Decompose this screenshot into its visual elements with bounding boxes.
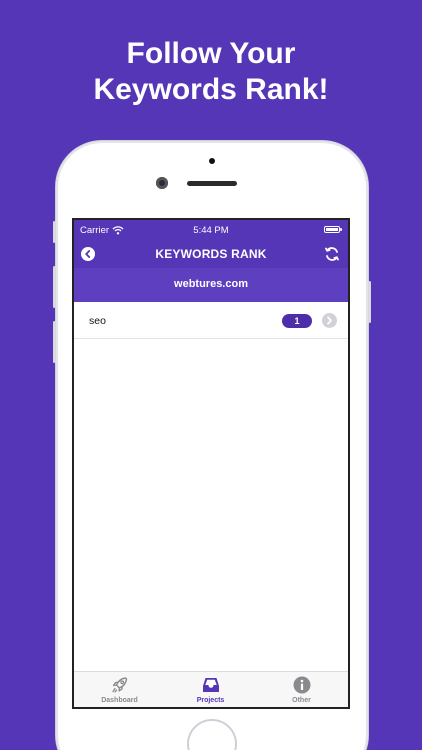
project-bar: webtures.com [74,268,348,302]
keyword-label: seo [89,315,106,327]
phone-power-button [368,281,371,323]
tab-projects[interactable]: Projects [165,672,256,707]
info-icon [293,676,311,694]
promo-headline: Follow Your Keywords Rank! [0,36,422,108]
tab-other-label: Other [292,697,311,704]
tab-projects-label: Projects [196,697,225,704]
promo-headline-line-2: Keywords Rank! [93,73,329,106]
status-time: 5:44 PM [193,225,229,236]
phone-volume-down [53,321,56,363]
status-bar: Carrier 5:44 PM [74,220,348,240]
phone-mute-switch [53,221,56,243]
phone-volume-up [53,266,56,308]
battery-icon [324,226,342,233]
promo-headline-line-1: Follow Your [126,37,296,70]
chevron-right-icon[interactable] [322,313,337,328]
tab-dashboard-label: Dashboard [101,697,138,704]
project-domain: webtures.com [174,278,248,290]
app-header: Carrier 5:44 PM KEYWORDS RANK webtures.c… [74,220,348,302]
proximity-sensor [209,158,215,164]
refresh-button[interactable] [323,245,341,263]
rank-badge: 1 [282,314,312,328]
rocket-icon [112,677,128,693]
tab-dashboard[interactable]: Dashboard [74,672,165,707]
refresh-icon [325,247,339,261]
page-title: KEYWORDS RANK [155,247,267,261]
home-button[interactable] [187,719,237,750]
inbox-tray-icon [203,678,219,692]
keyword-row[interactable]: seo 1 [74,302,348,339]
tab-bar: Dashboard Projects Other [74,671,348,707]
app-screen: Carrier 5:44 PM KEYWORDS RANK webtures.c… [72,218,350,709]
nav-bar: KEYWORDS RANK [74,242,348,268]
tab-other[interactable]: Other [256,672,347,707]
earpiece-speaker [187,181,237,186]
front-camera [156,177,168,189]
